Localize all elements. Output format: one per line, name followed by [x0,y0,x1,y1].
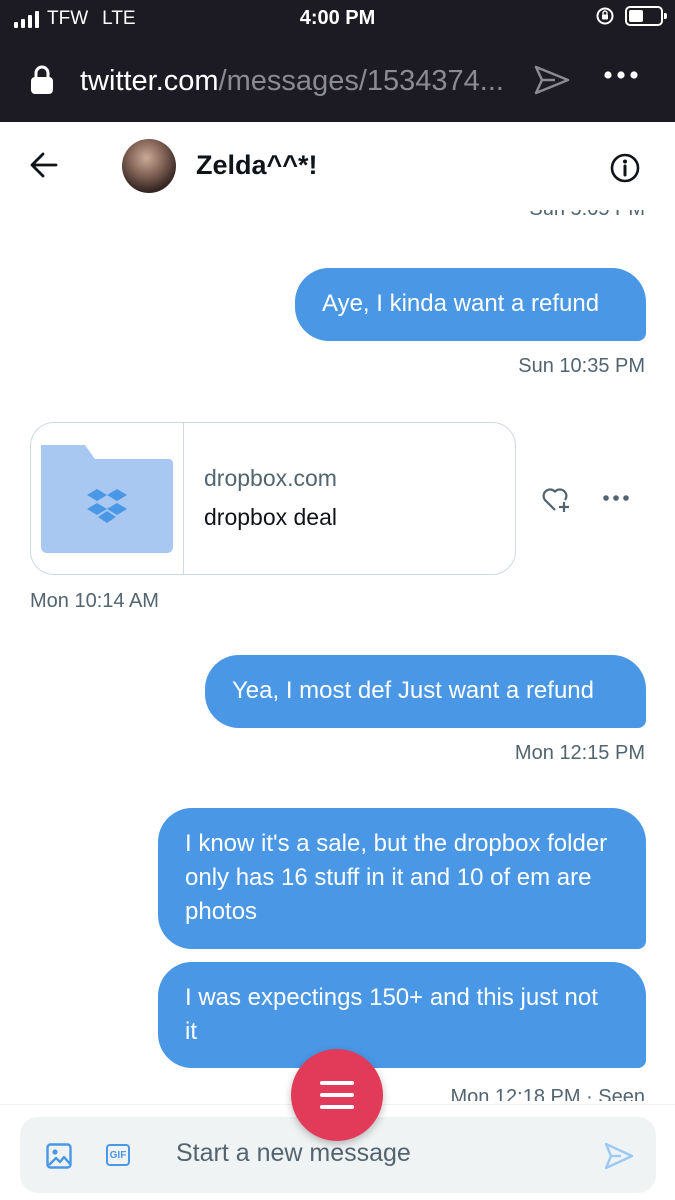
card-thumbnail [31,423,184,574]
folder-icon [41,445,173,553]
message-bubble-sent[interactable]: I know it's a sale, but the dropbox fold… [158,808,646,949]
message-bubble-sent[interactable]: I was expectings 150+ and this just not … [158,962,646,1068]
link-card[interactable]: dropbox.com dropbox deal [30,422,516,575]
share-icon[interactable] [533,64,571,96]
battery-icon [625,6,667,26]
browser-chrome: TFW LTE 4:00 PM twitter.com/messages/153… [0,0,675,122]
heart-plus-icon[interactable] [540,484,572,514]
gif-icon[interactable]: GIF [106,1144,130,1166]
status-right [595,6,667,26]
message-timestamp: Mon 10:14 AM [30,590,159,612]
back-arrow-icon[interactable] [30,152,58,178]
info-icon[interactable] [609,152,641,184]
message-timestamp: Sun 10:35 PM [518,355,645,377]
rotation-lock-icon [596,7,614,25]
url-host: twitter.com [80,65,219,97]
card-title: dropbox deal [204,504,337,530]
message-bubble-sent[interactable]: Yea, I most def Just want a refund [205,655,646,728]
conversation-header: Zelda^^*! [0,122,675,210]
conversation-name[interactable]: Zelda^^*! [196,150,318,181]
message-input[interactable]: Start a new message [176,1139,576,1168]
menu-button[interactable] [291,1049,383,1141]
more-icon[interactable] [603,70,639,80]
send-icon[interactable] [604,1142,634,1170]
more-icon[interactable] [602,494,630,502]
avatar[interactable] [122,139,176,193]
status-time: 4:00 PM [299,7,376,29]
url-path: /messages/1534374... [218,65,504,97]
lock-icon [31,65,53,94]
image-icon[interactable] [46,1143,72,1169]
card-domain: dropbox.com [204,465,337,491]
url-text[interactable]: twitter.com/messages/1534374... [80,65,504,98]
message-timestamp: Mon 12:15 PM [514,742,645,764]
message-bubble-sent[interactable]: Aye, I kinda want a refund [295,268,646,341]
url-bar[interactable]: twitter.com/messages/1534374... [0,52,675,112]
